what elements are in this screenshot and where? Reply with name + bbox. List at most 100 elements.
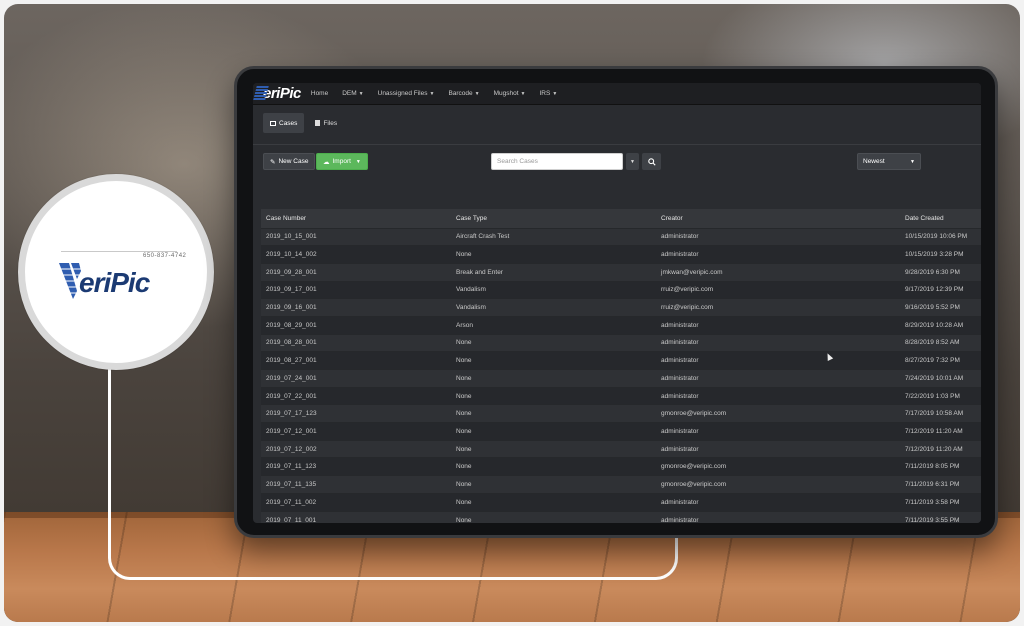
cell-creator: gmonroe@veripic.com	[656, 457, 900, 476]
tab-cases[interactable]: Cases	[263, 113, 305, 133]
table-row[interactable]: 2019_07_12_001 None administrator 7/12/2019…	[261, 422, 981, 441]
cell-case-number: 2019_07_24_001	[261, 369, 451, 388]
cell-date-created: 7/11/2019 3:55 PM	[900, 510, 981, 523]
table-row[interactable]: 2019_09_28_001 Break and Enter jmkwan@veri…	[261, 262, 981, 282]
caret-down-icon: ▼	[910, 158, 915, 165]
cell-creator: gmonroe@veripic.com	[656, 475, 900, 494]
top-navbar: eriPic Home DEM ▼ Unassigned Files ▼ Barco…	[253, 83, 981, 105]
cell-case-number: 2019_07_17_123	[261, 404, 451, 423]
cell-date-created: 8/27/2019 7:32 PM	[900, 351, 981, 370]
cell-case-number: 2019_08_27_001	[261, 351, 451, 370]
cell-creator: administrator	[656, 422, 900, 441]
cell-case-number: 2019_07_12_001	[261, 422, 451, 441]
table-row[interactable]: 2019_09_17_001 Vandalism rruiz@veripic.com…	[261, 280, 981, 299]
nav-dem[interactable]: DEM ▼	[342, 90, 363, 97]
cell-case-number: 2019_07_11_123	[261, 457, 451, 476]
search-options-dropdown[interactable]: ▼	[626, 153, 639, 170]
sort-select[interactable]: Newest ▼	[857, 153, 921, 170]
cell-creator: gmonroe@veripic.com	[656, 404, 900, 423]
table-row[interactable]: 2019_08_29_001 Arson administrator 8/29/201…	[261, 315, 981, 335]
table-row[interactable]: 2019_09_16_001 Vandalism rruiz@veripic.com…	[261, 298, 981, 317]
veripic-logo-icon: eriPic	[57, 263, 152, 299]
table-row[interactable]: 2019_10_15_001 Aircraft Crash Test adminis…	[261, 227, 981, 246]
cell-case-type: Aircraft Crash Test	[451, 227, 656, 246]
nav-unassigned-files[interactable]: Unassigned Files ▼	[378, 90, 435, 97]
cell-date-created: 9/28/2019 6:30 PM	[900, 262, 981, 282]
table-row[interactable]: 2019_07_11_001 None administrator 7/11/2019…	[261, 510, 981, 523]
cell-case-type: None	[451, 386, 656, 405]
file-icon	[315, 120, 321, 126]
nav-barcode[interactable]: Barcode ▼	[448, 90, 479, 97]
cell-date-created: 7/17/2019 10:58 AM	[900, 404, 981, 423]
cell-case-type: None	[451, 510, 656, 523]
table-row[interactable]: 2019_07_11_123 None gmonroe@veripic.com 7/1…	[261, 457, 981, 476]
cell-date-created: 8/29/2019 10:28 AM	[900, 315, 981, 335]
cell-creator: administrator	[656, 439, 900, 458]
view-tabs: Cases Files	[253, 105, 981, 145]
cell-date-created: 8/28/2019 8:52 AM	[900, 333, 981, 352]
cell-case-type: None	[451, 351, 656, 370]
search-button[interactable]	[642, 153, 661, 170]
cell-case-type: None	[451, 422, 656, 441]
table-header-row: Case Number Case Type Creator Date Creat…	[261, 209, 981, 228]
caret-down-icon: ▼	[520, 91, 526, 97]
cell-creator: jmkwan@veripic.com	[656, 262, 900, 282]
cell-date-created: 7/22/2019 1:03 PM	[900, 386, 981, 405]
table-row[interactable]: 2019_07_11_135 None gmonroe@veripic.com 7/1…	[261, 475, 981, 494]
caret-down-icon: ▼	[355, 158, 361, 165]
cell-creator: administrator	[656, 315, 900, 335]
cell-date-created: 9/17/2019 12:39 PM	[900, 280, 981, 299]
table-row[interactable]: 2019_07_17_123 None gmonroe@veripic.com 7/1…	[261, 404, 981, 423]
table-row[interactable]: 2019_07_24_001 None administrator 7/24/2019…	[261, 369, 981, 388]
cell-case-number: 2019_10_15_001	[261, 227, 451, 246]
tab-files[interactable]: Files	[308, 113, 344, 133]
header-creator[interactable]: Creator	[656, 209, 900, 228]
cell-case-type: None	[451, 404, 656, 423]
table-row[interactable]: 2019_07_12_002 None administrator 7/12/2019…	[261, 439, 981, 458]
cell-date-created: 7/12/2019 11:20 AM	[900, 422, 981, 441]
nav-mugshot[interactable]: Mugshot ▼	[494, 90, 526, 97]
cell-case-number: 2019_07_11_001	[261, 510, 451, 523]
import-button[interactable]: ☁ Import ▼	[316, 153, 368, 170]
brand-logo[interactable]: eriPic	[253, 85, 301, 102]
cell-case-type: None	[451, 333, 656, 352]
nav-irs[interactable]: IRS ▼	[540, 90, 558, 97]
veripic-logo-badge: 650-837-4742 eriPic	[18, 174, 214, 370]
search-input[interactable]: Search Cases	[491, 153, 623, 170]
app-screen: eriPic Home DEM ▼ Unassigned Files ▼ Barco…	[253, 83, 981, 523]
svg-text:eriPic: eriPic	[79, 267, 151, 298]
cell-case-number: 2019_07_12_002	[261, 439, 451, 458]
cell-case-type: None	[451, 492, 656, 511]
cases-table: Case Number Case Type Creator Date Creat…	[261, 209, 981, 523]
cell-date-created: 7/12/2019 11:20 AM	[900, 439, 981, 458]
caret-down-icon: ▼	[429, 91, 435, 97]
cell-case-number: 2019_08_28_001	[261, 333, 451, 352]
brand-text: eriPic	[263, 85, 301, 102]
nav-home[interactable]: Home	[311, 90, 328, 97]
new-case-button[interactable]: ✎ New Case	[263, 153, 316, 170]
edit-icon: ✎	[270, 158, 276, 166]
cell-case-number: 2019_07_22_001	[261, 386, 451, 405]
cell-creator: administrator	[656, 510, 900, 523]
table-row[interactable]: 2019_08_28_001 None administrator 8/28/2019…	[261, 333, 981, 352]
cell-case-number: 2019_10_14_002	[261, 245, 451, 264]
cell-date-created: 7/11/2019 3:58 PM	[900, 492, 981, 511]
table-row[interactable]: 2019_10_14_002 None administrator 10/15/201…	[261, 245, 981, 264]
cell-case-type: None	[451, 457, 656, 476]
cell-case-number: 2019_08_29_001	[261, 315, 451, 335]
cell-creator: rruiz@veripic.com	[656, 298, 900, 317]
logo-phone-number: 650-837-4742	[143, 253, 187, 259]
cell-date-created: 10/15/2019 3:28 PM	[900, 245, 981, 264]
cell-creator: administrator	[656, 492, 900, 511]
header-case-type[interactable]: Case Type	[451, 209, 656, 228]
header-date-created[interactable]: Date Created	[900, 209, 981, 228]
table-row[interactable]: 2019_07_11_002 None administrator 7/11/2019…	[261, 492, 981, 511]
header-case-number[interactable]: Case Number	[261, 209, 451, 228]
table-row[interactable]: 2019_07_22_001 None administrator 7/22/2019…	[261, 386, 981, 405]
cell-creator: administrator	[656, 369, 900, 388]
tablet-device: eriPic Home DEM ▼ Unassigned Files ▼ Barco…	[234, 66, 998, 538]
table-row[interactable]: 2019_08_27_001 None administrator 8/27/2019…	[261, 351, 981, 370]
cell-date-created: 7/11/2019 6:31 PM	[900, 475, 981, 494]
cell-date-created: 7/24/2019 10:01 AM	[900, 369, 981, 388]
cell-case-number: 2019_09_16_001	[261, 298, 451, 317]
